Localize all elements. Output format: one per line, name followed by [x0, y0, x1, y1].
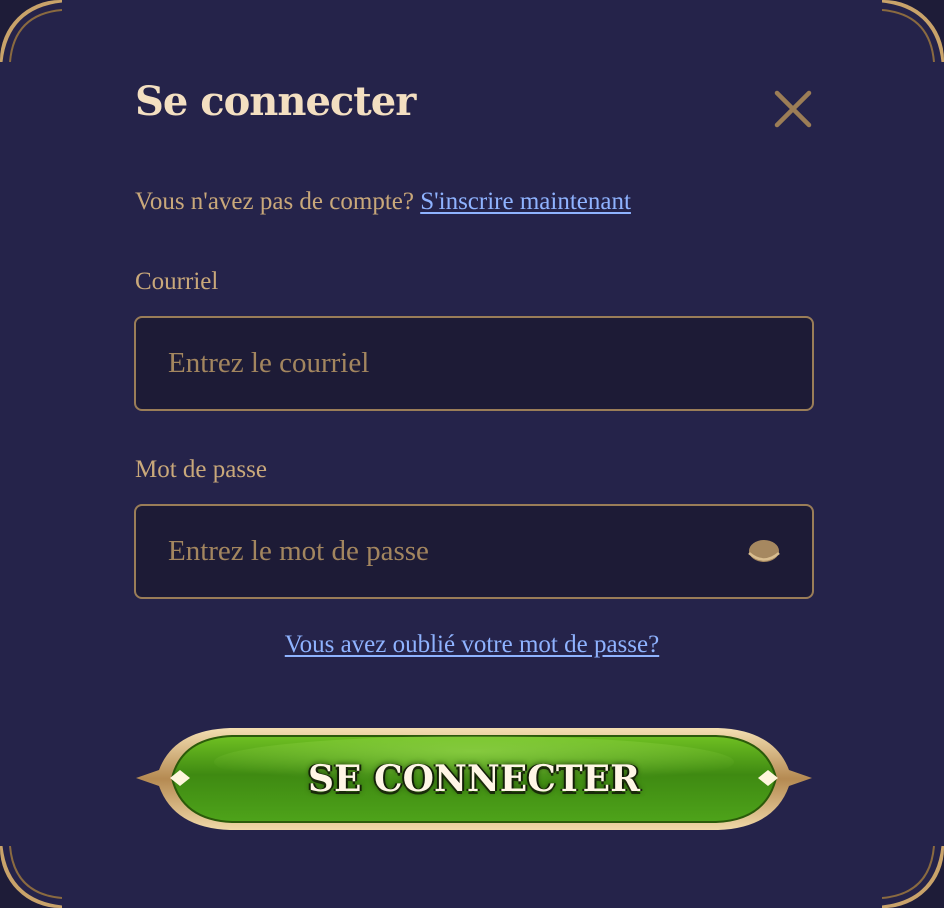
corner-ornament [882, 846, 944, 908]
show-password-toggle[interactable] [746, 536, 782, 568]
email-field-container [134, 316, 814, 411]
eye-icon [748, 540, 780, 562]
close-icon [774, 90, 812, 128]
corner-ornament [882, 0, 944, 62]
forgot-password-link[interactable]: Vous avez oublié votre mot de passe? [285, 631, 659, 658]
email-label: Courriel [135, 268, 219, 295]
password-label: Mot de passe [135, 456, 267, 483]
modal-title: Se connecter [135, 78, 416, 125]
login-submit-label: SE CONNECTER [307, 758, 641, 800]
forgot-password: Vous avez oublié votre mot de passe? [0, 631, 944, 659]
corner-ornament [0, 0, 62, 62]
password-field-container [134, 504, 814, 599]
email-field[interactable] [136, 318, 812, 409]
signup-link[interactable]: S'inscrire maintenant [420, 188, 631, 215]
corner-ornament [0, 846, 62, 908]
close-button[interactable] [770, 86, 816, 132]
login-submit-button[interactable]: SE CONNECTER [134, 720, 814, 838]
signup-prompt-text: Vous n'avez pas de compte? [135, 188, 421, 215]
login-modal: Se connecter Vous n'avez pas de compte? … [0, 0, 944, 908]
password-field[interactable] [136, 506, 812, 597]
signup-prompt: Vous n'avez pas de compte? S'inscrire ma… [135, 188, 631, 216]
